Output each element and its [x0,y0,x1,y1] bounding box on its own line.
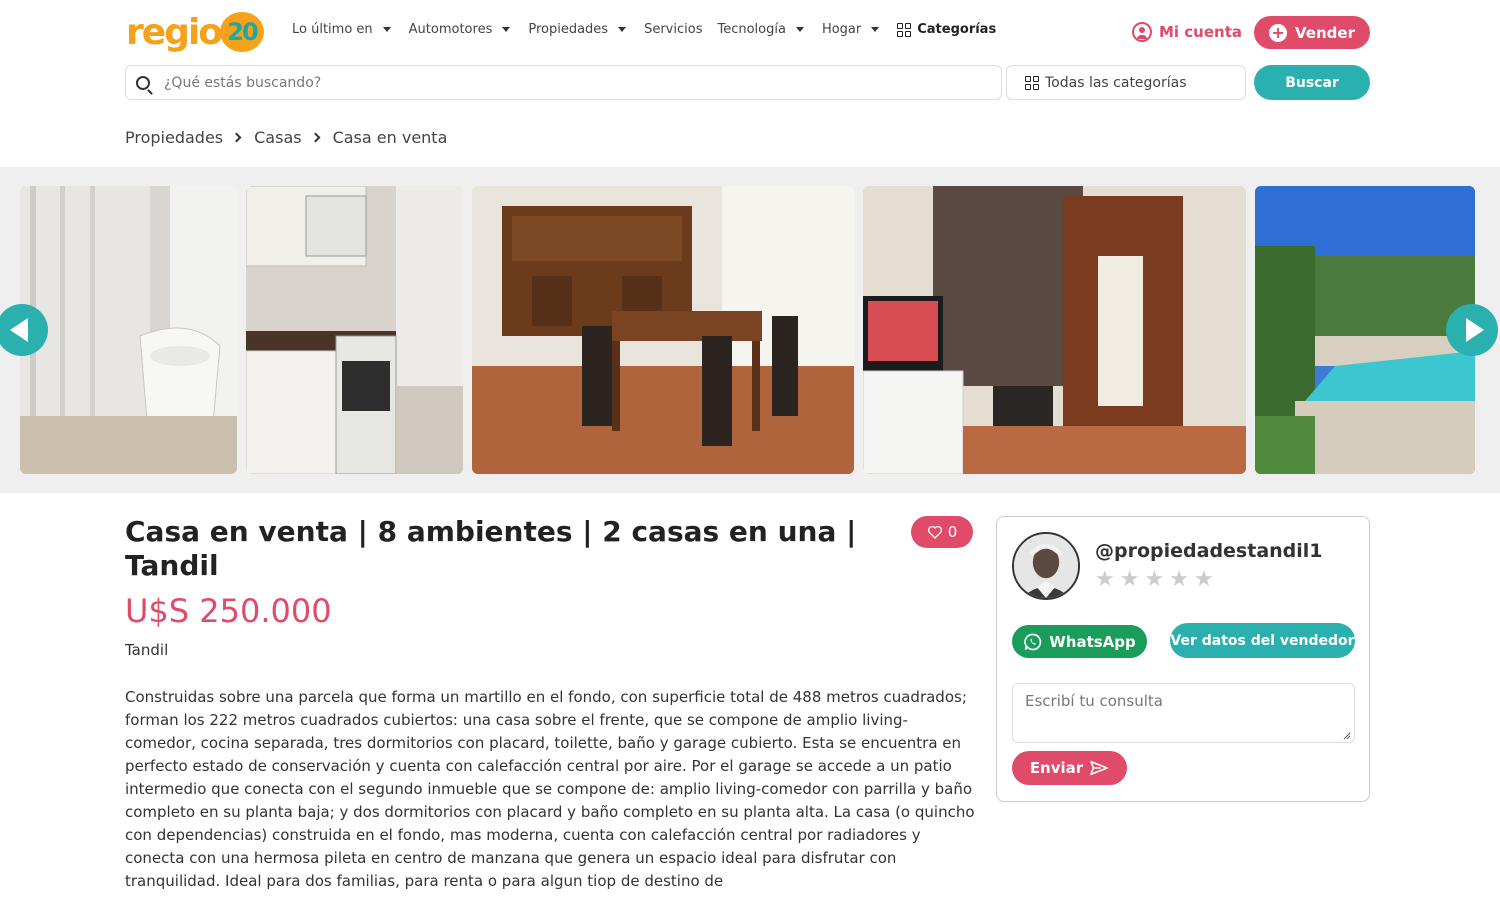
bathroom-photo [20,186,237,474]
nav-item-label: Propiedades [528,22,609,37]
region20-logo[interactable]: region 20 [126,10,266,56]
listing-title: Casa en venta | 8 ambientes | 2 casas en… [125,515,857,582]
breadcrumb: Propiedades Casas Casa en venta [125,128,447,147]
like-count: 0 [947,523,958,541]
nav-item-label: Lo último en [292,22,373,37]
star-icon: ★ [1095,567,1115,592]
seller-rating: ★ ★ ★ ★ ★ [1095,567,1219,592]
gallery-photo-bathroom[interactable] [20,186,237,474]
gallery-photo-kitchen[interactable] [246,186,463,474]
seller-avatar[interactable] [1012,532,1080,600]
caret-down-icon [795,27,804,32]
main-nav: Lo último en Automotores Propiedades Ser… [292,22,1014,37]
chevron-right-icon [231,132,242,143]
breadcrumb-current: Casa en venta [332,128,448,147]
star-icon: ★ [1169,567,1189,592]
caret-down-icon [382,27,391,32]
user-icon [1132,22,1152,42]
seller-username[interactable]: @propiedadestandil1 [1095,540,1323,562]
my-account-label: Mi cuenta [1159,23,1243,41]
grid-icon [897,22,912,37]
nav-item-hogar[interactable]: Hogar [821,22,880,37]
my-account-link[interactable]: Mi cuenta [1132,22,1242,42]
site-header: region 20 Lo último en Automotores Propi… [0,0,1500,110]
gallery-photo-living[interactable] [863,186,1246,474]
seller-card: @propiedadestandil1 ★ ★ ★ ★ ★ WhatsApp V… [996,516,1370,802]
photo-gallery [0,167,1500,493]
nav-item-lo-ultimo[interactable]: Lo último en [292,22,391,37]
search-bar [125,65,1002,100]
breadcrumb-propiedades[interactable]: Propiedades [125,128,223,147]
nav-item-label: Servicios [644,22,703,37]
star-icon: ★ [1119,567,1140,592]
pool-photo [1255,186,1475,474]
nav-item-propiedades[interactable]: Propiedades [528,22,627,37]
whatsapp-label: WhatsApp [1049,632,1136,651]
grid-icon [1025,75,1039,90]
seller-photo [1014,534,1078,598]
nav-categorias[interactable]: Categorías [897,22,996,37]
arrow-left-icon [10,318,28,342]
search-input[interactable] [164,74,964,91]
arrow-right-icon [1466,318,1484,342]
chevron-right-icon [310,132,321,143]
send-button-label: Enviar [1029,759,1084,777]
logo-number: 20 [220,12,264,52]
dining-room-photo [472,186,854,474]
like-button[interactable]: 0 [911,516,973,548]
nav-item-servicios[interactable]: Servicios [644,22,702,37]
nav-item-label: Automotores [408,22,493,37]
listing-location: Tandil [125,641,169,659]
caret-down-icon [618,27,627,32]
gallery-photo-pool[interactable] [1255,186,1475,474]
nav-item-label: Tecnología [717,22,786,37]
listing-description: Construidas sobre una parcela que forma … [125,688,975,890]
listing-price: U$S 250.000 [125,592,332,630]
seller-details-button[interactable]: Ver datos del vendedor [1170,623,1355,658]
send-icon [1090,760,1108,776]
gallery-photo-dining[interactable] [472,186,854,474]
whatsapp-button[interactable]: WhatsApp [1012,625,1147,658]
plus-icon: + [1269,23,1288,42]
send-button[interactable]: Enviar [1012,751,1127,785]
nav-item-label: Hogar [821,22,862,37]
category-select[interactable]: Todas las categorías [1006,65,1246,100]
kitchen-photo [246,186,463,474]
nav-item-automotores[interactable]: Automotores [409,22,511,37]
search-icon [136,75,150,90]
caret-down-icon [502,27,511,32]
nav-categorias-label: Categorías [917,22,997,37]
living-room-photo [863,186,1246,474]
sell-button[interactable]: + Vender [1254,16,1370,49]
breadcrumb-casas[interactable]: Casas [254,128,301,147]
star-icon: ★ [1144,567,1165,592]
message-field[interactable] [1012,683,1355,743]
gallery-next-button[interactable] [1446,304,1498,356]
nav-item-tecnologia[interactable]: Tecnología [717,22,804,37]
search-button[interactable]: Buscar [1254,65,1370,100]
whatsapp-icon [1024,633,1042,650]
heart-icon [927,525,942,539]
star-icon: ★ [1193,567,1214,592]
sell-button-label: Vender [1295,23,1355,42]
caret-down-icon [871,27,880,32]
category-select-value: Todas las categorías [1045,74,1187,91]
